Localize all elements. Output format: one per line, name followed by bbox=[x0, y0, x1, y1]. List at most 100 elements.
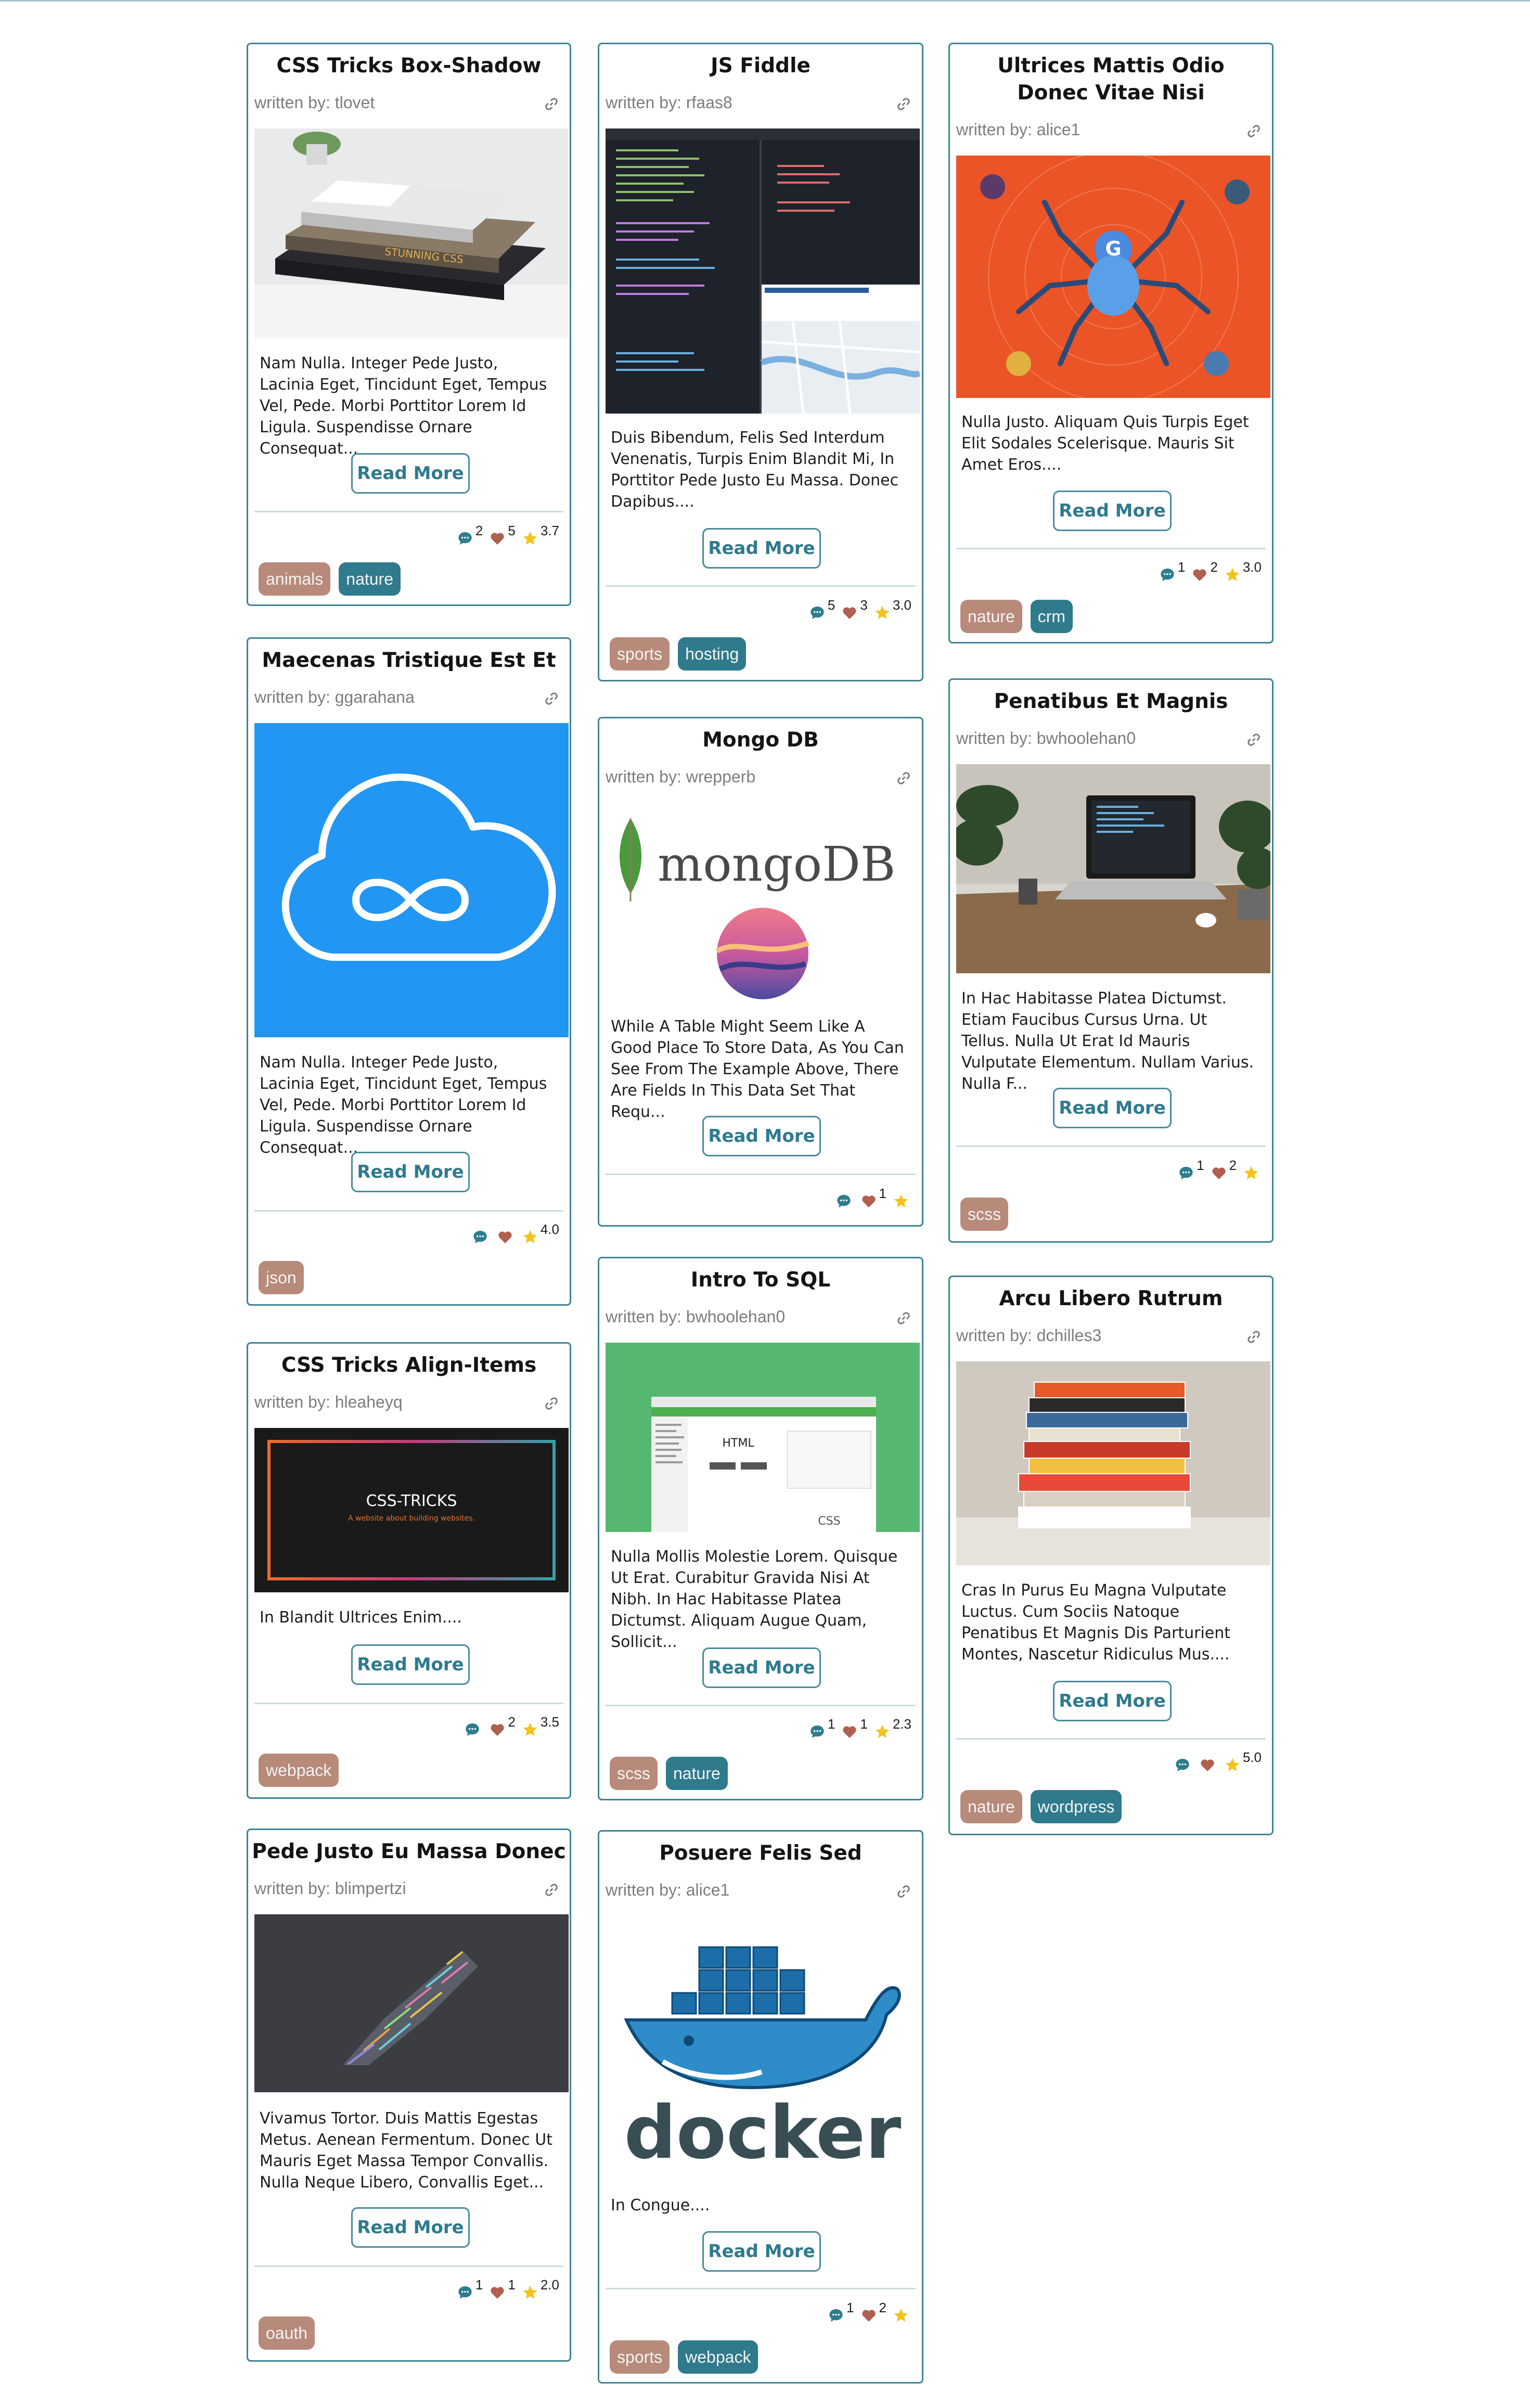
tag-chip[interactable]: animals bbox=[259, 562, 331, 596]
card-title[interactable]: CSS Tricks Box-Shadow bbox=[248, 53, 570, 80]
comment-icon[interactable] bbox=[809, 604, 826, 621]
comment-icon[interactable] bbox=[828, 2307, 844, 2324]
card-image[interactable]: HTML CSS bbox=[606, 1343, 920, 1532]
card-title[interactable]: Maecenas Tristique Est Et bbox=[248, 647, 570, 674]
link-icon[interactable] bbox=[896, 1310, 911, 1326]
tag-chip[interactable]: webpack bbox=[259, 1754, 339, 1787]
read-more-button[interactable]: Read More bbox=[1053, 491, 1172, 531]
heart-icon[interactable] bbox=[489, 1721, 506, 1738]
card-image[interactable]: G bbox=[956, 156, 1270, 398]
star-icon[interactable] bbox=[1243, 1165, 1259, 1181]
read-more-button[interactable]: Read More bbox=[702, 1647, 821, 1688]
card-image[interactable] bbox=[606, 128, 920, 414]
comment-icon[interactable] bbox=[457, 2284, 473, 2301]
link-icon[interactable] bbox=[896, 96, 911, 112]
card-author[interactable]: written by: hleaheyq bbox=[254, 1392, 403, 1412]
card-author[interactable]: written by: rfaas8 bbox=[606, 92, 732, 113]
link-icon[interactable] bbox=[1246, 123, 1262, 139]
card-author[interactable]: written by: ggarahana bbox=[254, 687, 415, 707]
tag-chip[interactable]: nature bbox=[960, 1790, 1022, 1823]
heart-icon[interactable] bbox=[860, 2307, 877, 2324]
star-icon[interactable] bbox=[874, 1723, 891, 1740]
tag-chip[interactable]: hosting bbox=[678, 637, 747, 671]
tag-chip[interactable]: nature bbox=[339, 562, 401, 596]
comment-icon[interactable] bbox=[1159, 566, 1176, 583]
read-more-button[interactable]: Read More bbox=[702, 528, 821, 569]
heart-icon[interactable] bbox=[497, 1229, 513, 1245]
card-image[interactable] bbox=[956, 764, 1270, 973]
tag-chip[interactable]: sports bbox=[610, 2340, 670, 2374]
tag-chip[interactable]: nature bbox=[666, 1757, 728, 1790]
read-more-button[interactable]: Read More bbox=[1053, 1088, 1172, 1128]
comment-icon[interactable] bbox=[457, 530, 473, 547]
read-more-button[interactable]: Read More bbox=[1053, 1681, 1172, 1721]
tag-chip[interactable]: oauth bbox=[259, 2316, 315, 2350]
card-image[interactable] bbox=[254, 1914, 569, 2092]
comment-icon[interactable] bbox=[1174, 1757, 1191, 1773]
heart-icon[interactable] bbox=[841, 1723, 858, 1740]
read-more-button[interactable]: Read More bbox=[351, 1644, 470, 1685]
star-icon[interactable] bbox=[893, 1193, 909, 1209]
star-icon[interactable] bbox=[522, 1721, 538, 1738]
heart-icon[interactable] bbox=[1199, 1757, 1216, 1773]
link-icon[interactable] bbox=[544, 1882, 559, 1898]
card-author[interactable]: written by: alice1 bbox=[956, 119, 1080, 140]
comment-icon[interactable] bbox=[1178, 1165, 1194, 1181]
card-title[interactable]: CSS Tricks Align-Items bbox=[248, 1352, 570, 1379]
star-icon[interactable] bbox=[522, 1229, 538, 1245]
heart-icon[interactable] bbox=[489, 2284, 506, 2301]
read-more-button[interactable]: Read More bbox=[702, 2231, 821, 2272]
tag-chip[interactable]: crm bbox=[1030, 600, 1073, 633]
read-more-button[interactable]: Read More bbox=[351, 2207, 470, 2248]
star-icon[interactable] bbox=[874, 604, 891, 621]
card-image[interactable]: CSS-TRICKS A website about building webs… bbox=[254, 1428, 569, 1592]
tag-chip[interactable]: json bbox=[259, 1261, 304, 1294]
card-author[interactable]: written by: dchilles3 bbox=[956, 1325, 1101, 1346]
card-title[interactable]: JS Fiddle bbox=[599, 53, 922, 80]
card-image[interactable]: STUNNING CSS bbox=[254, 128, 569, 338]
link-icon[interactable] bbox=[544, 96, 559, 112]
card-author[interactable]: written by: bwhoolehan0 bbox=[956, 728, 1136, 749]
card-author[interactable]: written by: alice1 bbox=[606, 1879, 729, 1900]
card-author[interactable]: written by: wrepperb bbox=[606, 766, 755, 787]
comment-icon[interactable] bbox=[472, 1229, 488, 1245]
star-icon[interactable] bbox=[1224, 566, 1241, 583]
card-title[interactable]: Penatibus Et Magnis bbox=[950, 688, 1272, 715]
star-icon[interactable] bbox=[1224, 1757, 1241, 1773]
tag-chip[interactable]: webpack bbox=[678, 2340, 758, 2374]
card-author[interactable]: written by: tlovet bbox=[254, 92, 375, 113]
tag-chip[interactable]: nature bbox=[960, 600, 1022, 633]
card-author[interactable]: written by: blimpertzi bbox=[254, 1878, 406, 1899]
card-title[interactable]: Mongo DB bbox=[599, 727, 922, 754]
tag-chip[interactable]: sports bbox=[610, 637, 670, 671]
link-icon[interactable] bbox=[544, 1396, 559, 1411]
card-image[interactable] bbox=[254, 723, 569, 1037]
link-icon[interactable] bbox=[1246, 1329, 1262, 1345]
heart-icon[interactable] bbox=[1191, 566, 1208, 583]
link-icon[interactable] bbox=[896, 770, 911, 786]
heart-icon[interactable] bbox=[860, 1193, 877, 1209]
card-image[interactable]: mongoDB bbox=[606, 803, 920, 1001]
card-image[interactable]: docker bbox=[606, 1916, 920, 2181]
heart-icon[interactable] bbox=[489, 530, 506, 547]
comment-icon[interactable] bbox=[835, 1193, 852, 1209]
card-title[interactable]: Posuere Felis Sed bbox=[599, 1840, 922, 1867]
link-icon[interactable] bbox=[1246, 732, 1262, 748]
read-more-button[interactable]: Read More bbox=[702, 1116, 821, 1156]
comment-icon[interactable] bbox=[809, 1723, 826, 1740]
tag-chip[interactable]: scss bbox=[960, 1197, 1008, 1231]
heart-icon[interactable] bbox=[841, 604, 858, 621]
card-title[interactable]: Pede Justo Eu Massa Donec bbox=[248, 1838, 570, 1865]
card-title[interactable]: Intro To SQL bbox=[599, 1267, 922, 1294]
star-icon[interactable] bbox=[522, 2284, 538, 2301]
tag-chip[interactable]: wordpress bbox=[1030, 1790, 1122, 1823]
star-icon[interactable] bbox=[522, 530, 538, 547]
star-icon[interactable] bbox=[893, 2307, 909, 2324]
card-title[interactable]: Ultrices Mattis Odio Donec Vitae Nisi bbox=[950, 53, 1272, 107]
read-more-button[interactable]: Read More bbox=[351, 453, 470, 494]
card-image[interactable] bbox=[956, 1361, 1270, 1565]
read-more-button[interactable]: Read More bbox=[351, 1152, 470, 1192]
card-title[interactable]: Arcu Libero Rutrum bbox=[950, 1285, 1272, 1312]
link-icon[interactable] bbox=[544, 691, 559, 706]
tag-chip[interactable]: scss bbox=[610, 1757, 658, 1790]
